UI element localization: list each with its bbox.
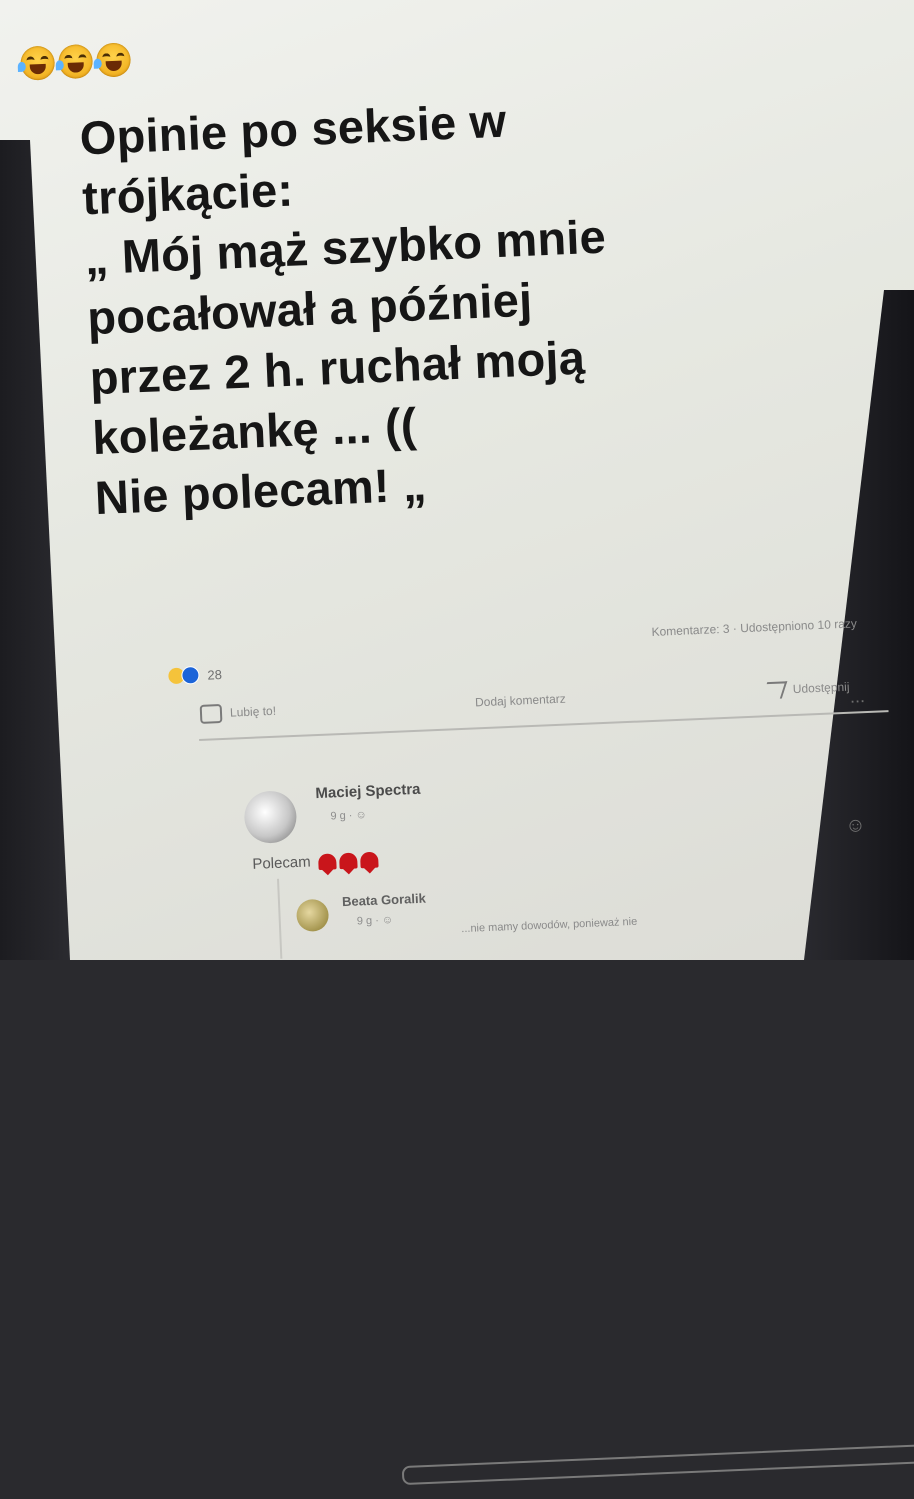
reaction-face-icon[interactable]: ☺ bbox=[845, 814, 866, 838]
more-options-button[interactable]: ... bbox=[849, 686, 865, 708]
thumbs-up-icon bbox=[199, 703, 223, 724]
comment-button[interactable]: Dodaj komentarz bbox=[401, 691, 914, 1486]
heart-icon bbox=[318, 852, 338, 870]
share-label: Udostępnij bbox=[792, 679, 850, 697]
heart-icon bbox=[339, 851, 358, 869]
comment: Maciej Spectra 9 g · ☺ Polecam ☺ bbox=[243, 746, 866, 873]
comment-label: Dodaj komentarz bbox=[474, 691, 567, 710]
reply-text: ...nie mamy dowodów, ponieważ nie bbox=[461, 915, 638, 936]
crying-laughing-emoji-icon bbox=[55, 43, 94, 80]
comment-body: Polecam bbox=[252, 851, 379, 873]
speech-bubble-icon bbox=[401, 1440, 914, 1486]
share-arrow-icon bbox=[762, 680, 788, 699]
reply-meta: 9 g · ☺ bbox=[356, 914, 394, 928]
heart-icon bbox=[360, 851, 379, 868]
avatar[interactable] bbox=[295, 898, 330, 933]
facebook-post: Opinie po seksie w trójkącie: „ Mój mąż … bbox=[17, 0, 914, 1486]
like-label: Lubię to! bbox=[229, 703, 277, 720]
crying-laughing-emoji-icon bbox=[93, 42, 132, 78]
post-text: Opinie po seksie w trójkącie: „ Mój mąż … bbox=[79, 77, 856, 528]
hearts bbox=[318, 851, 379, 870]
comment-author[interactable]: Maciej Spectra bbox=[315, 781, 421, 802]
reply-author[interactable]: Beata Goralik bbox=[342, 891, 426, 909]
share-button[interactable]: Udostępnij bbox=[762, 678, 850, 699]
like-reaction-icon bbox=[181, 665, 200, 685]
emoji-row bbox=[17, 42, 132, 81]
comment-meta: 9 g · ☺ bbox=[330, 809, 367, 823]
reactions-summary[interactable]: 28 bbox=[168, 665, 222, 685]
avatar[interactable] bbox=[243, 790, 298, 845]
crying-laughing-emoji-icon bbox=[17, 45, 56, 81]
reaction-count: 28 bbox=[207, 666, 223, 683]
comment-text: Polecam bbox=[252, 853, 312, 873]
like-button[interactable]: Lubię to! bbox=[199, 701, 277, 724]
comments-shares-count[interactable]: Komentarze: 3 · Udostępniono 10 razy bbox=[651, 616, 857, 639]
